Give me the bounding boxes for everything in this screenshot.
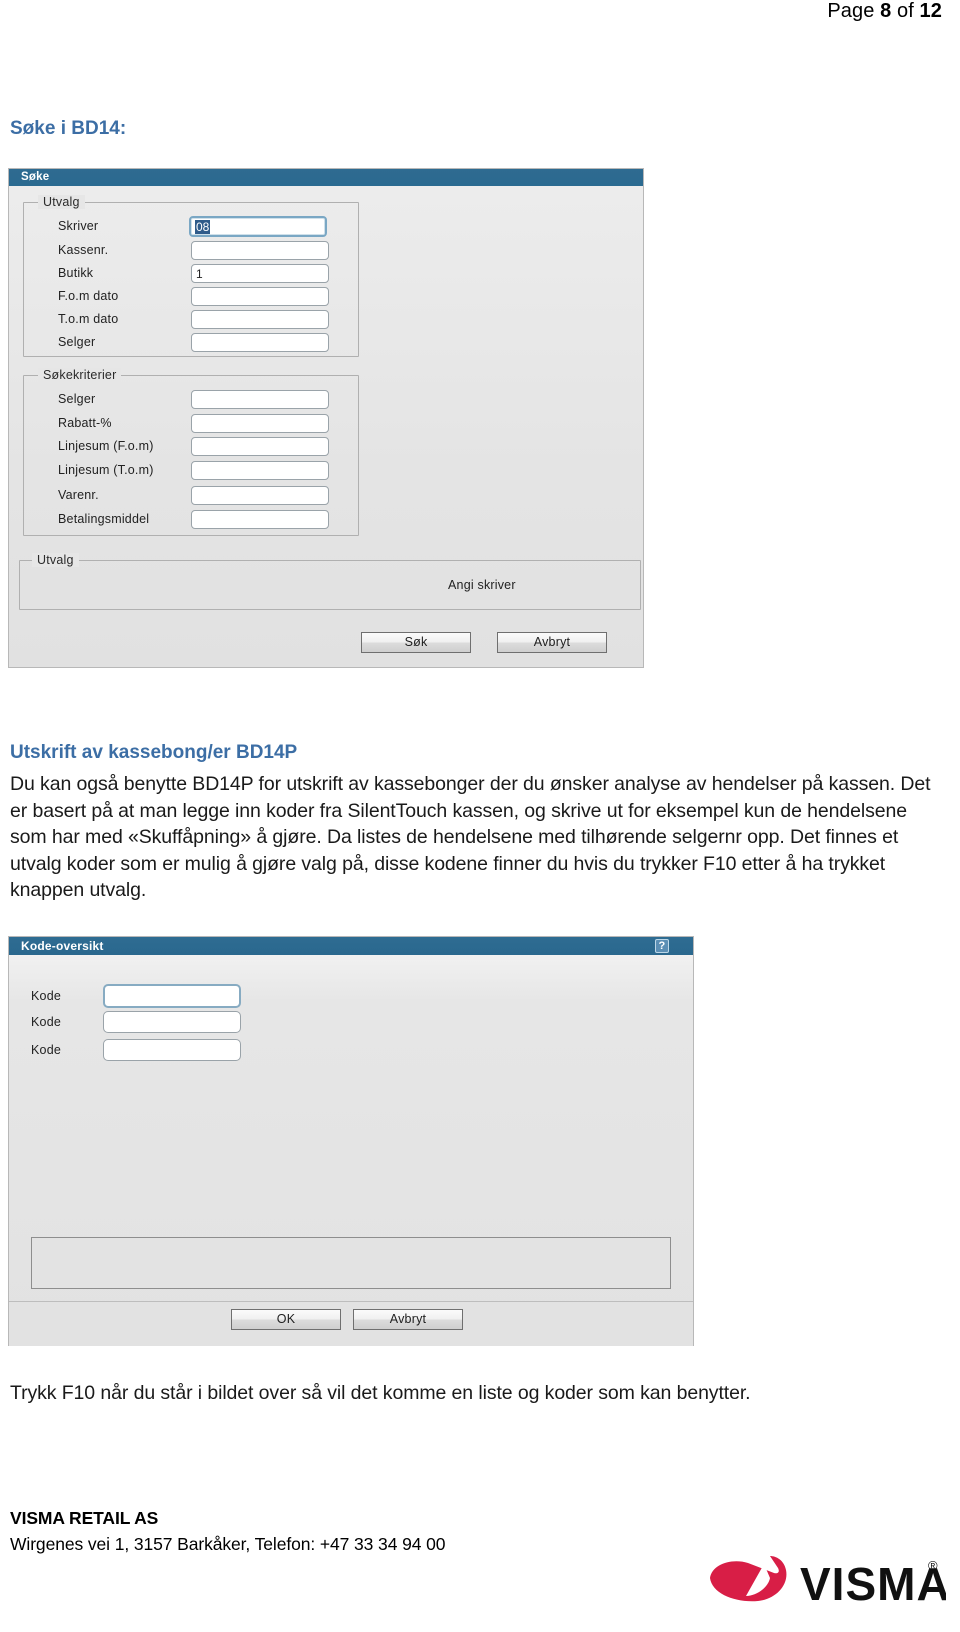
label-kassenr: Kassenr. <box>58 243 109 257</box>
label-selger-kriterier: Selger <box>58 392 96 406</box>
page-header-mid: of <box>891 0 920 22</box>
ok-button-kode[interactable]: OK <box>231 1309 341 1330</box>
label-tom-dato: T.o.m dato <box>58 312 119 326</box>
label-kode-3: Kode <box>31 1043 61 1057</box>
label-selger-utvalg: Selger <box>58 335 96 349</box>
label-kode-2: Kode <box>31 1015 61 1029</box>
field-row-selger-kriterier: Selger <box>24 390 358 412</box>
group-utvalg-bottom: Utvalg Angi skriver <box>19 553 641 610</box>
kode-dialog-title-text: Kode-oversikt <box>21 939 104 953</box>
field-row-betalingsmiddel: Betalingsmiddel <box>24 510 358 532</box>
avbryt-button-kode[interactable]: Avbryt <box>353 1309 463 1330</box>
visma-logo-registered-mark: ® <box>928 1558 938 1573</box>
paragraph-main: Du kan også benytte BD14P for utskrift a… <box>10 773 931 901</box>
footer-company: VISMA RETAIL AS <box>10 1508 159 1528</box>
group-utvalg: Utvalg Skriver 08 Kassenr. Butikk 1 F.o.… <box>23 195 359 357</box>
soke-dialog-body: Utvalg Skriver 08 Kassenr. Butikk 1 F.o.… <box>9 186 643 667</box>
group-sokekriterier: Søkekriterier Selger Rabatt-% Linjesum (… <box>23 368 359 536</box>
field-row-selger-utvalg: Selger <box>24 333 358 355</box>
field-row-tom-dato: T.o.m dato <box>24 310 358 332</box>
label-butikk: Butikk <box>58 266 94 280</box>
visma-logo-mark <box>710 1556 787 1602</box>
field-row-butikk: Butikk 1 <box>24 264 358 286</box>
soke-dialog-title-text: Søke <box>21 171 50 183</box>
label-varenr: Varenr. <box>58 488 99 502</box>
label-linjesum-tom: Linjesum (T.o.m) <box>58 463 154 477</box>
label-skriver: Skriver <box>58 219 99 233</box>
input-varenr[interactable] <box>191 486 329 505</box>
input-butikk[interactable]: 1 <box>191 264 329 283</box>
page-header-total: 12 <box>919 0 942 22</box>
input-linjesum-fom[interactable] <box>191 437 329 456</box>
angi-skriver-text: Angi skriver <box>448 578 516 592</box>
sok-button[interactable]: Søk <box>361 632 471 653</box>
visma-logo-text: VISMA <box>800 1558 946 1610</box>
soke-dialog-window: Søke Utvalg Skriver 08 Kassenr. Butikk 1… <box>8 168 644 668</box>
avbryt-button-soke[interactable]: Avbryt <box>497 632 607 653</box>
kode-list-box[interactable] <box>31 1237 671 1289</box>
input-betalingsmiddel[interactable] <box>191 510 329 529</box>
input-rabatt[interactable] <box>191 414 329 433</box>
input-tom-dato[interactable] <box>191 310 329 329</box>
input-selger-kriterier[interactable] <box>191 390 329 409</box>
footer-address: Wirgenes vei 1, 3157 Barkåker, Telefon: … <box>10 1534 446 1554</box>
page-header-prefix: Page <box>827 0 881 22</box>
field-row-kassenr: Kassenr. <box>24 241 358 263</box>
kode-dialog-titlebar: Kode-oversikt ? <box>9 937 693 955</box>
input-kode-2[interactable] <box>103 1011 241 1033</box>
input-selger-utvalg[interactable] <box>191 333 329 352</box>
field-row-rabatt: Rabatt-% <box>24 414 358 436</box>
visma-logo: VISMA ® <box>710 1556 946 1610</box>
section-heading-soke: Søke i BD14: <box>10 118 127 139</box>
help-icon[interactable]: ? <box>655 939 669 953</box>
group-utvalg-bottom-legend: Utvalg <box>32 553 79 567</box>
field-row-fom-dato: F.o.m dato <box>24 287 358 309</box>
field-row-linjesum-fom: Linjesum (F.o.m) <box>24 437 358 459</box>
input-linjesum-tom[interactable] <box>191 461 329 480</box>
input-kode-1[interactable] <box>103 984 241 1008</box>
field-row-linjesum-tom: Linjesum (T.o.m) <box>24 461 358 483</box>
input-skriver[interactable]: 08 <box>189 216 327 237</box>
page-number-header: Page 8 of 12 <box>0 0 942 23</box>
input-kassenr[interactable] <box>191 241 329 260</box>
label-fom-dato: F.o.m dato <box>58 289 119 303</box>
field-row-skriver: Skriver 08 <box>24 216 358 239</box>
group-sokekriterier-legend: Søkekriterier <box>38 368 122 382</box>
kode-dialog-body: Kode Kode Kode OK Avbryt <box>9 955 693 1346</box>
section-heading-utskrift: Utskrift av kassebong/er BD14P <box>10 742 298 763</box>
paragraph-bottom: Trykk F10 når du står i bildet over så v… <box>10 1382 751 1404</box>
kode-oversikt-dialog-window: Kode-oversikt ? Kode Kode Kode OK Avbryt <box>8 936 694 1346</box>
input-fom-dato[interactable] <box>191 287 329 306</box>
input-kode-3[interactable] <box>103 1039 241 1061</box>
field-row-varenr: Varenr. <box>24 486 358 508</box>
page-header-current: 8 <box>880 0 892 22</box>
label-rabatt: Rabatt-% <box>58 416 112 430</box>
label-linjesum-fom: Linjesum (F.o.m) <box>58 439 154 453</box>
label-betalingsmiddel: Betalingsmiddel <box>58 512 150 526</box>
kode-footer-separator <box>9 1301 693 1302</box>
input-skriver-value: 08 <box>195 220 211 234</box>
soke-dialog-titlebar: Søke <box>9 169 643 186</box>
label-kode-1: Kode <box>31 989 61 1003</box>
group-utvalg-legend: Utvalg <box>38 195 85 209</box>
